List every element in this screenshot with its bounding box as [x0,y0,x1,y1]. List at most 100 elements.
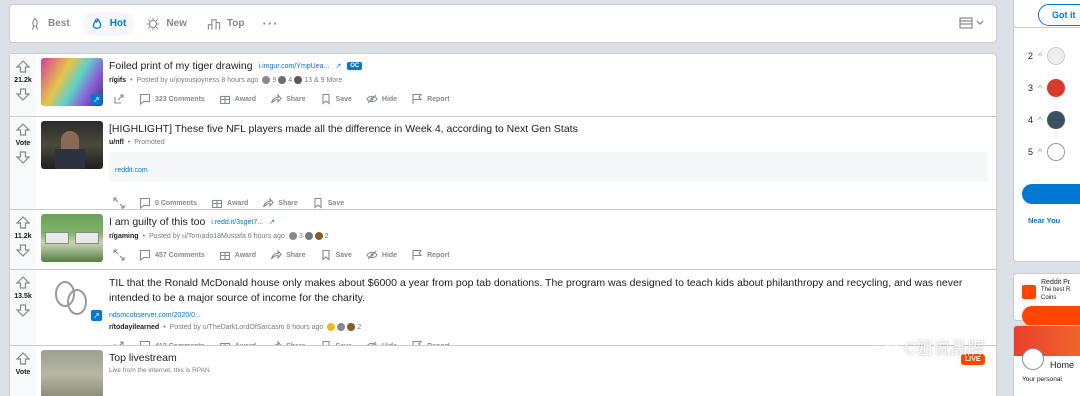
upvote-icon[interactable] [16,123,30,137]
hide-button[interactable]: Hide [366,93,397,105]
community-rank-item[interactable]: 3 ^ [1014,72,1080,104]
premium-card: Reddit Pr The best R Coins [1013,273,1080,326]
awards-list[interactable]: 9 4 13 & 9 More [262,76,342,84]
post-card[interactable]: 21.2k ↗ Foiled print of my tiger drawing… [9,53,997,116]
awards-list[interactable]: 3 2 [288,232,329,240]
sort-new-button[interactable]: New [138,12,195,36]
save-button[interactable]: Save [320,93,352,105]
comment-icon [139,93,151,105]
comments-button[interactable]: 323 Comments [139,93,205,105]
comment-icon [139,197,151,209]
livestream-thumbnail[interactable] [41,350,103,396]
post-title[interactable]: [HIGHLIGHT] These five NFL players made … [109,123,578,135]
downvote-icon[interactable] [16,150,30,164]
livestream-title[interactable]: Top livestream [109,352,177,364]
save-button[interactable]: Save [312,197,344,209]
bookmark-icon [321,93,330,105]
community-rank-item[interactable]: 2 ^ [1014,40,1080,72]
share-button[interactable]: Share [270,93,306,105]
premium-title: Reddit Pr [1041,279,1071,286]
sort-new-label: New [166,18,187,29]
downvote-icon[interactable] [16,87,30,101]
award-count: 4 [288,76,293,84]
award-icon [288,232,297,240]
upvote-icon[interactable] [16,60,30,74]
view-all-button[interactable] [1022,184,1080,204]
livestream-card[interactable]: Vote Top livestream Live from the intern… [9,345,997,396]
community-rank-item[interactable]: 5 ^ [1014,136,1080,168]
award-icon [314,232,323,240]
award-count: 9 [272,76,277,84]
expand-button[interactable] [113,93,125,105]
card-view-icon [959,17,973,29]
premium-description: The best R [1041,287,1071,293]
post-thumbnail[interactable] [41,121,103,169]
post-domain-link[interactable]: i.redd.it/3sget7... [211,219,263,226]
flag-icon [412,249,423,260]
award-button[interactable]: Award [211,197,248,209]
community-avatar [1047,47,1066,65]
sort-top-button[interactable]: Top [199,12,253,36]
more-options-icon[interactable]: ··· [263,16,279,31]
save-button[interactable]: Save [320,249,352,261]
upvote-icon[interactable] [16,276,30,290]
post-domain-link[interactable]: ndsmcobserver.com/2020/0... [109,312,201,319]
expand-icon [114,94,124,104]
promo-link-box[interactable]: reddit.com [109,152,988,182]
post-thumbnail[interactable]: ↗ [41,58,103,106]
external-link-icon[interactable]: ↗ [91,94,102,105]
subreddit-link[interactable]: r/gifs [109,77,126,84]
post-card[interactable]: 13.5k ↗ TIL that the Ronald McDonald hou… [9,269,997,352]
sort-hot-button[interactable]: Hot [81,11,135,36]
flame-icon [92,17,101,29]
report-button[interactable]: Report [411,93,450,105]
post-card[interactable]: 11.2k I am guilty of this too i.redd.it/… [9,209,997,269]
share-button[interactable]: Share [270,249,306,261]
post-domain-link[interactable]: i.imgur.com/YmpUea... [259,63,330,70]
try-premium-button[interactable] [1022,306,1080,326]
award-button[interactable]: Award [219,249,256,261]
community-rank-item[interactable]: 4 ^ [1014,104,1080,136]
bookmark-icon [321,249,330,261]
gift-icon [219,95,230,105]
post-thumbnail[interactable]: ↗ [41,274,103,322]
award-label: Award [227,199,249,207]
post-title[interactable]: I am guilty of this too [109,216,205,228]
arrow-up-icon: ^ [1038,51,1043,61]
post-title[interactable]: Foiled print of my tiger drawing [109,60,253,72]
external-link-icon[interactable]: ↗ [91,310,102,321]
advertiser-link[interactable]: u/nfl [109,139,124,146]
got-it-button[interactable]: Got it [1038,4,1080,26]
subreddit-link[interactable]: r/todayilearned [109,324,159,331]
snoo-avatar [1022,348,1044,370]
award-icon [347,323,356,331]
vote-count: Vote [15,140,31,147]
post-feed: 21.2k ↗ Foiled print of my tiger drawing… [9,53,997,396]
hide-button[interactable]: Hide [366,249,397,261]
report-button[interactable]: Report [411,249,450,261]
award-button[interactable]: Award [219,93,256,105]
upvote-icon[interactable] [16,216,30,230]
promoted-post-card[interactable]: Vote [HIGHLIGHT] These five NFL players … [9,116,997,209]
promoted-label: Promoted [134,139,165,146]
post-thumbnail[interactable] [41,214,103,262]
vote-count: 21.2k [14,77,32,84]
promo-link[interactable]: reddit.com [115,167,148,174]
expand-button[interactable] [113,249,125,261]
sort-best-button[interactable]: Best [20,12,78,36]
near-you-tab[interactable]: Near You [1014,216,1080,225]
subreddit-link[interactable]: r/gaming [109,233,139,240]
layout-view-toggle[interactable] [959,17,984,29]
comments-button[interactable]: 457 Comments [139,249,205,261]
eye-slash-icon [366,250,378,260]
external-link-icon: ↗ [269,219,275,226]
share-button[interactable]: Share [262,197,298,209]
downvote-icon[interactable] [16,303,30,317]
comments-button[interactable]: 0 Comments [139,197,197,209]
upvote-icon[interactable] [16,352,30,366]
expand-button[interactable] [113,197,125,209]
post-title[interactable]: TIL that the Ronald McDonald house only … [109,276,989,306]
downvote-icon[interactable] [16,243,30,257]
hide-label: Hide [381,95,398,103]
awards-list[interactable]: 2 [327,323,361,331]
